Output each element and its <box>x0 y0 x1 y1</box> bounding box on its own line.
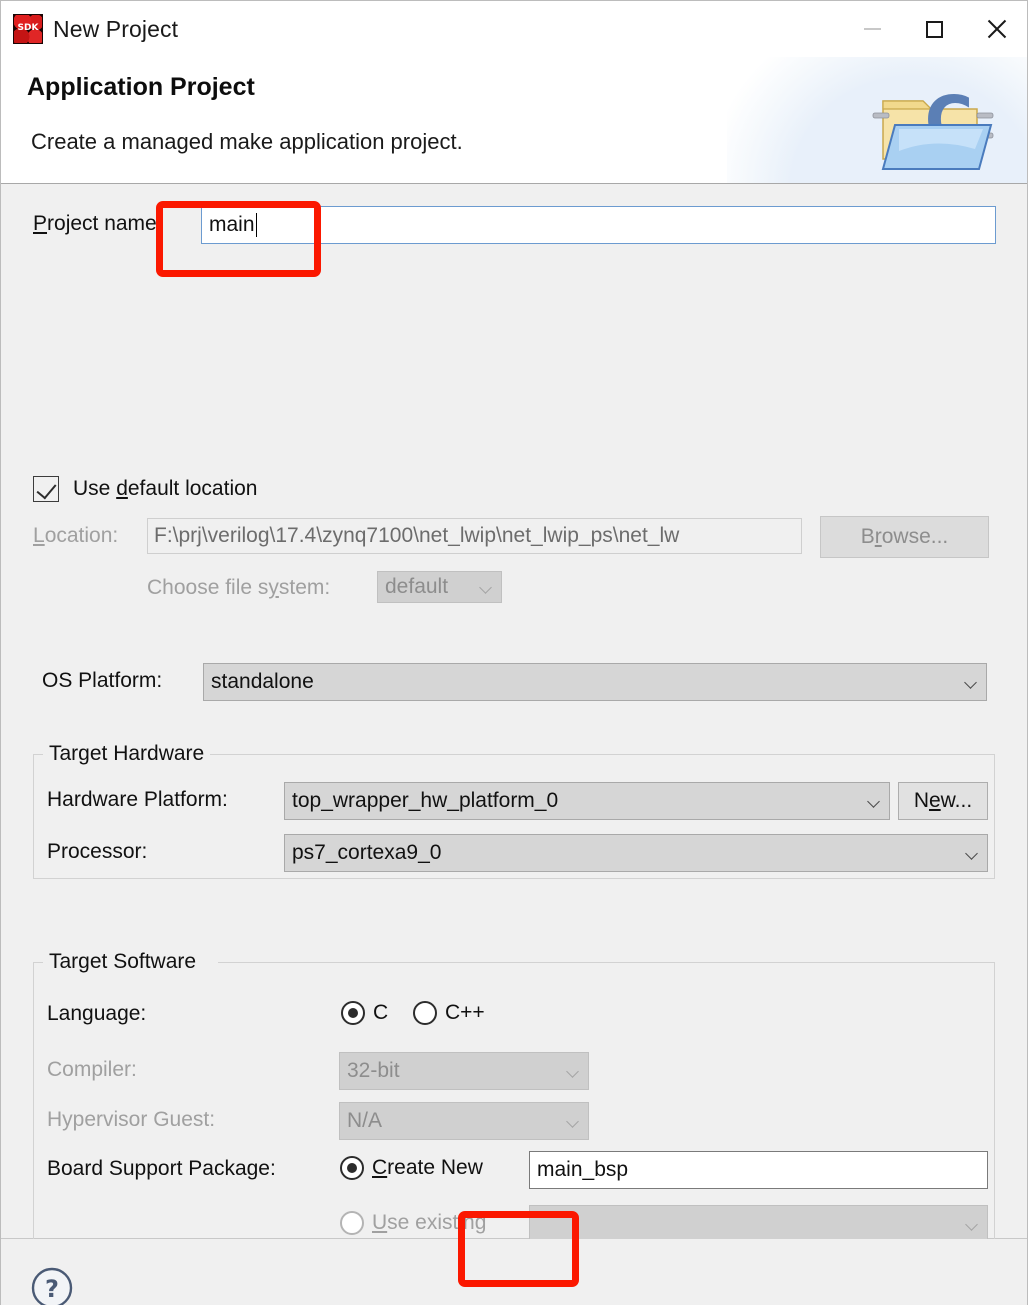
chevron-down-icon <box>966 1220 979 1228</box>
language-label-cpp: C++ <box>445 1001 485 1024</box>
project-name-input[interactable]: main <box>201 206 996 244</box>
chevron-down-icon <box>480 583 493 591</box>
use-default-location-checkbox[interactable] <box>33 476 59 502</box>
chevron-down-icon <box>567 1117 580 1125</box>
bsp-create-new-label: Create New <box>372 1156 483 1179</box>
new-button-label: New... <box>913 789 973 812</box>
location-value: F:\prj\verilog\17.4\zynq7100\net_lwip\ne… <box>154 524 680 547</box>
hardware-platform-row: Hardware Platform: <box>47 788 228 812</box>
help-icon[interactable]: ? <box>30 1266 74 1305</box>
text-caret <box>255 213 257 237</box>
chevron-down-icon <box>966 849 979 857</box>
new-project-dialog: SDK New Project Application Project Crea… <box>0 0 1028 1305</box>
bsp-create-new-radio[interactable] <box>340 1156 364 1180</box>
hardware-platform-label: Hardware Platform: <box>47 788 228 811</box>
close-icon <box>985 18 1007 40</box>
language-option-c[interactable]: C <box>341 1001 388 1025</box>
svg-text:?: ? <box>45 1275 59 1303</box>
target-software-group-title: Target Software <box>43 950 203 974</box>
sdk-icon: SDK <box>13 14 43 44</box>
browse-button: Browse... <box>820 516 989 558</box>
page-title: Application Project <box>27 73 255 101</box>
close-button[interactable] <box>965 5 1027 53</box>
bsp-use-existing-radio <box>340 1211 364 1235</box>
dialog-footer: ? < Back Next > Finish Cancel <box>1 1239 1027 1305</box>
language-radio-c[interactable] <box>341 1001 365 1025</box>
hardware-platform-dropdown[interactable]: top_wrapper_hw_platform_0 <box>284 782 890 820</box>
compiler-dropdown: 32-bit <box>339 1052 589 1090</box>
compiler-label: Compiler: <box>47 1058 137 1081</box>
bsp-label: Board Support Package: <box>47 1157 276 1180</box>
maximize-button[interactable] <box>903 5 965 53</box>
processor-row: Processor: <box>47 840 147 864</box>
chevron-down-icon <box>868 797 881 805</box>
file-system-row: Choose file system: <box>147 576 330 600</box>
bsp-use-existing-label: Use existing <box>372 1211 487 1234</box>
os-platform-value: standalone <box>211 670 314 693</box>
location-input: F:\prj\verilog\17.4\zynq7100\net_lwip\ne… <box>147 518 802 554</box>
location-row: Location: <box>33 524 118 548</box>
os-platform-label: OS Platform: <box>42 669 163 692</box>
window-title: New Project <box>53 15 179 42</box>
hypervisor-guest-dropdown: N/A <box>339 1102 589 1140</box>
hypervisor-guest-label: Hypervisor Guest: <box>47 1108 216 1131</box>
hypervisor-guest-row: Hypervisor Guest: <box>47 1108 215 1132</box>
compiler-value: 32-bit <box>347 1059 400 1082</box>
page-description: Create a managed make application projec… <box>31 129 463 154</box>
title-bar: SDK New Project <box>1 1 1027 57</box>
os-platform-row: OS Platform: <box>42 669 162 693</box>
language-label-c: C <box>373 1001 389 1024</box>
browse-button-label: Browse... <box>860 525 949 548</box>
chevron-down-icon <box>965 678 978 686</box>
minimize-icon <box>863 28 881 30</box>
bsp-use-existing-option: Use existing <box>340 1211 486 1235</box>
language-option-cpp[interactable]: C++ <box>413 1001 485 1025</box>
chevron-down-icon <box>567 1067 580 1075</box>
project-name-label: Project name: <box>33 212 163 235</box>
project-name-row: Project name: <box>33 212 163 236</box>
target-hardware-group-title: Target Hardware <box>43 742 211 766</box>
bsp-create-new-option[interactable]: Create New <box>340 1156 483 1180</box>
use-default-location-label: Use default location <box>73 477 258 500</box>
bsp-name-value: main_bsp <box>537 1158 629 1181</box>
project-name-value: main <box>209 213 255 236</box>
file-system-dropdown: default <box>377 571 502 603</box>
location-label: Location: <box>33 524 119 547</box>
minimize-button[interactable] <box>841 5 903 53</box>
language-radio-cpp[interactable] <box>413 1001 437 1025</box>
maximize-icon <box>925 20 943 38</box>
compiler-row: Compiler: <box>47 1058 137 1082</box>
language-label: Language: <box>47 1002 147 1025</box>
use-default-location-row[interactable]: Use default location <box>33 476 257 502</box>
language-row: Language: <box>47 1002 146 1026</box>
new-hardware-platform-button[interactable]: New... <box>898 782 988 820</box>
bsp-existing-dropdown <box>529 1205 988 1243</box>
wizard-header: Application Project Create a managed mak… <box>1 57 1027 184</box>
c-folder-icon: C <box>865 75 1007 180</box>
bsp-row: Board Support Package: <box>47 1157 276 1181</box>
bsp-name-input[interactable]: main_bsp <box>529 1151 988 1189</box>
file-system-label: Choose file system: <box>147 576 331 599</box>
processor-value: ps7_cortexa9_0 <box>292 841 442 864</box>
dialog-body: Project name: main Use default location … <box>1 184 1027 1262</box>
os-platform-dropdown[interactable]: standalone <box>203 663 987 701</box>
hardware-platform-value: top_wrapper_hw_platform_0 <box>292 789 559 812</box>
processor-label: Processor: <box>47 840 148 863</box>
hypervisor-guest-value: N/A <box>347 1109 383 1132</box>
file-system-value: default <box>385 575 449 598</box>
processor-dropdown[interactable]: ps7_cortexa9_0 <box>284 834 988 872</box>
window-controls <box>841 1 1027 57</box>
